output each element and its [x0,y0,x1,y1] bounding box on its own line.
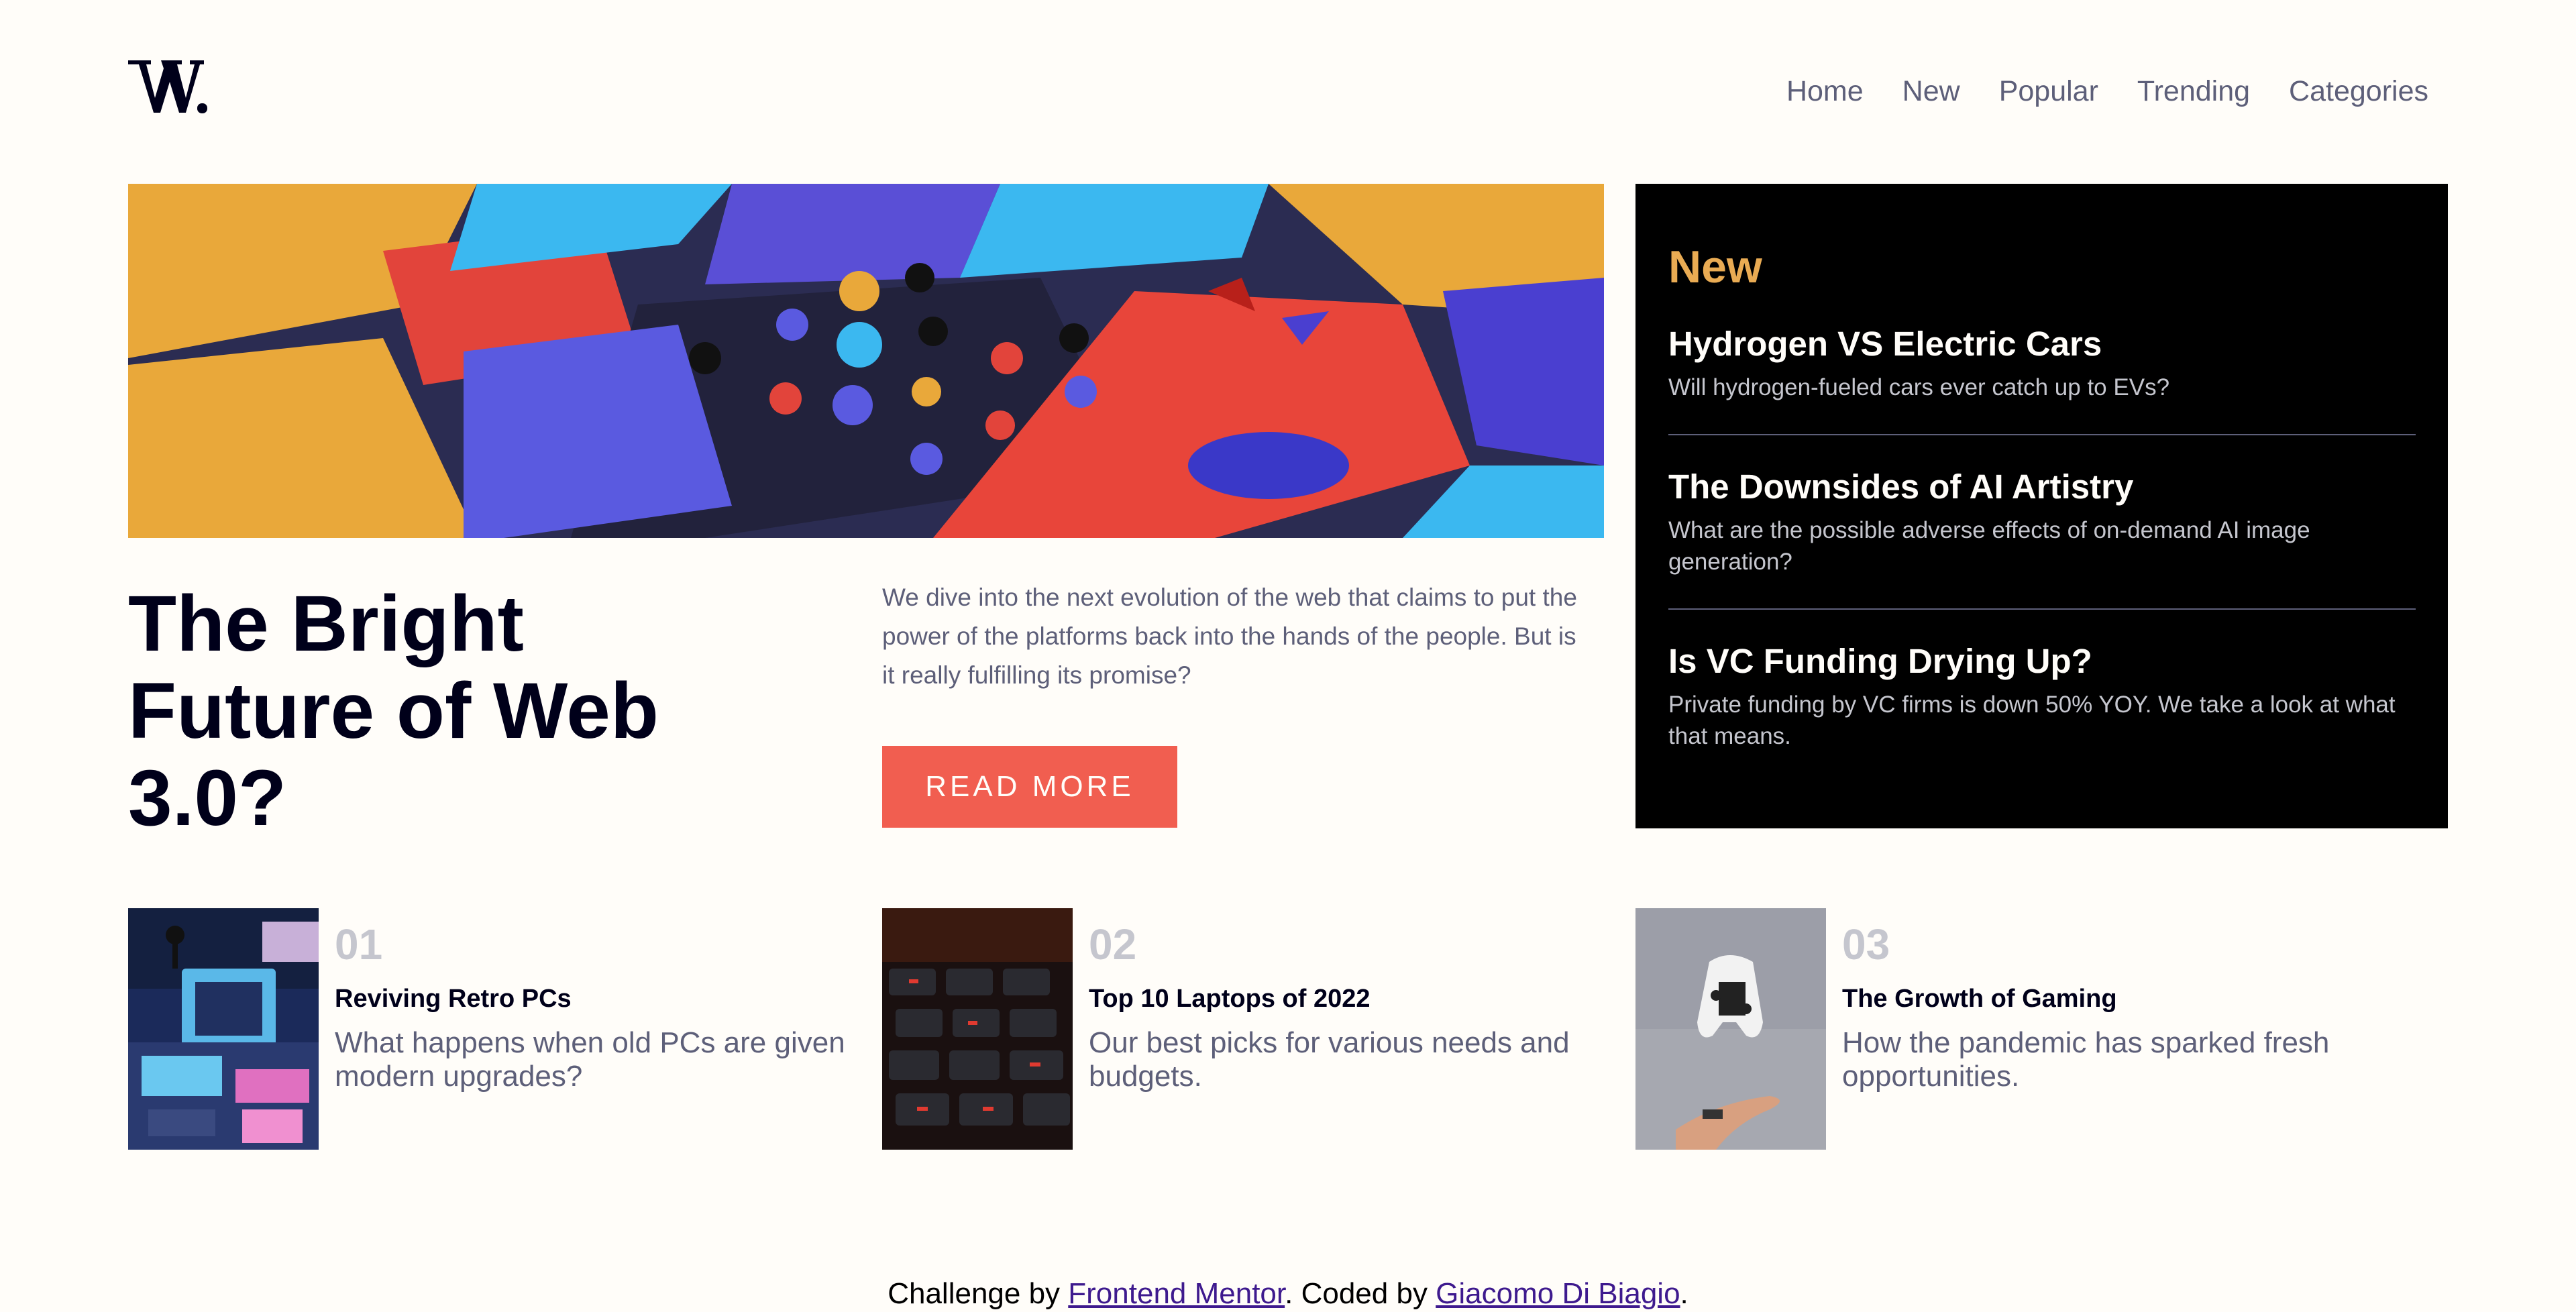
site-logo[interactable] [128,55,209,117]
footer-prefix: Challenge by [888,1277,1069,1310]
new-item-desc: Private funding by VC firms is down 50% … [1668,692,2396,749]
article-desc: What happens when old PCs are given mode… [335,1026,845,1093]
hero-description: We dive into the next evolution of the w… [882,584,1577,689]
article-card-1: 01 Reviving Retro PCs What happens when … [128,908,882,1150]
article-title[interactable]: Reviving Retro PCs [335,982,572,1016]
laptop-keyboard-image [882,908,1073,1150]
article-desc: Our best picks for various needs and bud… [1089,1026,1570,1093]
author-link[interactable]: Giacomo Di Biagio [1436,1277,1680,1310]
article-card-2: 02 Top 10 Laptops of 2022 Our best picks… [882,908,1636,1150]
article-title[interactable]: The Growth of Gaming [1842,982,2117,1016]
article-number: 02 [1089,920,1137,969]
page: Home New Popular Trending Categories The… [0,0,2576,1312]
logo-mark [128,60,207,113]
article-desc: How the pandemic has sparked fresh oppor… [1842,1026,2330,1093]
hero-illustration [128,184,1604,538]
hero-title-line-1: The Bright [128,580,524,668]
main-nav: Home New Popular Trending Categories [1786,72,2428,110]
new-item-title[interactable]: Hydrogen VS Electric Cars [1668,323,2416,365]
new-item-desc: What are the possible adverse effects of… [1668,517,2310,575]
new-item-title[interactable]: The Downsides of AI Artistry [1668,466,2416,508]
article-number: 01 [335,920,383,969]
retro-pc-image [128,908,319,1150]
article-title[interactable]: Top 10 Laptops of 2022 [1089,982,1370,1016]
nav-categories[interactable]: Categories [2289,72,2428,110]
new-heading: New [1668,241,1762,292]
hero-title-line-3: 3.0? [128,754,287,842]
laptop-thumbnail[interactable] [882,908,1073,1150]
hero-image [128,184,1604,538]
footer-suffix: . [1680,1277,1688,1310]
nav-home[interactable]: Home [1786,72,1864,110]
article-number: 03 [1842,920,1890,969]
frontend-mentor-link[interactable]: Frontend Mentor [1068,1277,1285,1310]
nav-new[interactable]: New [1902,72,1960,110]
hero-title: The Bright Future of Web 3.0? [128,580,799,842]
game-controller-image [1635,908,1826,1150]
new-item-desc: Will hydrogen-fueled cars ever catch up … [1668,374,2170,400]
nav-popular[interactable]: Popular [1999,72,2098,110]
gaming-thumbnail[interactable] [1635,908,1826,1150]
new-panel: New Hydrogen VS Electric Cars Will hydro… [1635,184,2448,828]
read-more-button[interactable]: READ MORE [882,746,1177,828]
retro-pc-thumbnail[interactable] [128,908,319,1150]
new-item-title[interactable]: Is VC Funding Drying Up? [1668,641,2416,682]
nav-trending[interactable]: Trending [2137,72,2250,110]
new-item: Hydrogen VS Electric Cars Will hydrogen-… [1668,323,2416,435]
hero-title-line-2: Future of Web [128,667,659,755]
new-item: The Downsides of AI Artistry What are th… [1668,466,2416,610]
footer-attribution: Challenge by Frontend Mentor. Coded by G… [0,1276,2576,1312]
footer-middle: . Coded by [1285,1277,1436,1310]
new-item: Is VC Funding Drying Up? Private funding… [1668,641,2416,783]
article-card-3: 03 The Growth of Gaming How the pandemic… [1635,908,2448,1150]
